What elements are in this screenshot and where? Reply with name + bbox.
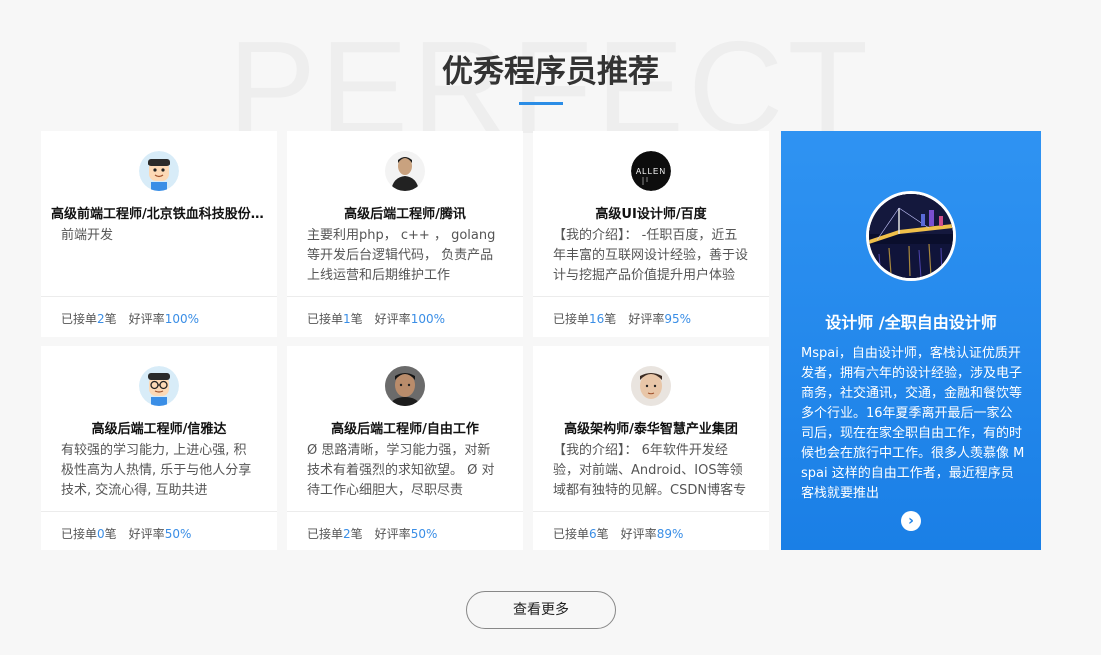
cartoon-boy-avatar-icon bbox=[139, 151, 179, 191]
orders-suffix: 笔 bbox=[104, 527, 117, 541]
orders-suffix: 笔 bbox=[104, 312, 117, 326]
card-divider bbox=[533, 511, 769, 512]
orders-count: 16 bbox=[589, 312, 605, 326]
man-photo-avatar-icon bbox=[385, 151, 425, 191]
card-stats: 已接单6笔 好评率89% bbox=[553, 525, 683, 542]
rating-prefix: 好评率 bbox=[374, 527, 411, 541]
card-stats: 已接单16笔 好评率95% bbox=[553, 310, 691, 327]
orders-prefix: 已接单 bbox=[61, 527, 98, 541]
card-title[interactable]: 高级前端工程师/北京铁血科技股份公司 bbox=[51, 203, 267, 222]
featured-title[interactable]: 设计师 /全职自由设计师 bbox=[781, 309, 1041, 333]
rating-value: 89% bbox=[656, 527, 684, 541]
orders-count: 1 bbox=[343, 312, 351, 326]
svg-text:ALLEN: ALLEN bbox=[636, 167, 666, 176]
card-description: 【我的介绍】： -任职百度，近五年丰富的互联网设计经验，善于设计与挖掘产品价值提… bbox=[553, 228, 749, 283]
rating-value: 50% bbox=[410, 527, 438, 541]
card-description: 【我的介绍】： 6年软件开发经验，对前端、Android、IOS等领域都有独特的… bbox=[553, 443, 747, 498]
card-stats: 已接单2笔 好评率100% bbox=[61, 310, 199, 327]
card-stats: 已接单0笔 好评率50% bbox=[61, 525, 191, 542]
featured-description: Mspai，自由设计师，客栈认证优质开发者，拥有六年的设计经验，涉及电子商务，社… bbox=[801, 346, 1025, 501]
rating-value: 50% bbox=[164, 527, 192, 541]
card-divider bbox=[287, 511, 523, 512]
orders-suffix: 笔 bbox=[350, 312, 363, 326]
arrow-right-icon[interactable]: › bbox=[901, 511, 921, 531]
programmer-card[interactable]: 高级后端工程师/腾讯 主要利用php， c++ ， golang 等开发后台逻辑… bbox=[287, 131, 523, 337]
orders-count: 2 bbox=[343, 527, 351, 541]
rating-value: 100% bbox=[164, 312, 199, 326]
card-description: 主要利用php， c++ ， golang 等开发后台逻辑代码， 负责产品上线运… bbox=[307, 228, 496, 283]
card-title[interactable]: 高级后端工程师/腾讯 bbox=[297, 203, 513, 222]
orders-suffix: 笔 bbox=[350, 527, 363, 541]
featured-programmer-card[interactable]: 设计师 /全职自由设计师 Mspai，自由设计师，客栈认证优质开发者，拥有六年的… bbox=[781, 131, 1041, 550]
programmer-card[interactable]: 高级架构师/泰华智慧产业集团 【我的介绍】： 6年软件开发经验，对前端、Andr… bbox=[533, 346, 769, 550]
allen-logo-avatar-icon: ALLEN bbox=[631, 151, 671, 191]
orders-prefix: 已接单 bbox=[307, 312, 344, 326]
card-description: Ø 思路清晰，学习能力强，对新技术有着强烈的求知欲望。 Ø 对待工作心细胆大，尽… bbox=[307, 443, 495, 498]
rating-value: 95% bbox=[664, 312, 691, 326]
night-bridge-avatar-icon bbox=[866, 191, 956, 281]
card-title[interactable]: 高级后端工程师/自由工作 bbox=[297, 418, 513, 437]
card-divider bbox=[287, 296, 523, 297]
orders-prefix: 已接单 bbox=[307, 527, 344, 541]
card-divider bbox=[533, 296, 769, 297]
programmer-card[interactable]: ALLEN 高级UI设计师/百度 【我的介绍】： -任职百度，近五年丰富的互联网… bbox=[533, 131, 769, 337]
rating-prefix: 好评率 bbox=[128, 527, 165, 541]
card-title[interactable]: 高级UI设计师/百度 bbox=[543, 203, 759, 222]
card-title[interactable]: 高级架构师/泰华智慧产业集团 bbox=[543, 418, 759, 437]
card-description: 前端开发 bbox=[61, 228, 114, 243]
orders-count: 0 bbox=[97, 527, 105, 541]
card-description: 有较强的学习能力, 上进心强, 积极性高为人热情, 乐于与他人分享技术, 交流心… bbox=[61, 443, 252, 498]
rating-prefix: 好评率 bbox=[128, 312, 165, 326]
card-stats: 已接单2笔 好评率50% bbox=[307, 525, 437, 542]
card-stats: 已接单1笔 好评率100% bbox=[307, 310, 445, 327]
orders-suffix: 笔 bbox=[596, 527, 609, 541]
view-more-button[interactable]: 查看更多 bbox=[466, 591, 616, 629]
card-divider bbox=[41, 511, 277, 512]
orders-count: 2 bbox=[97, 312, 105, 326]
rating-value: 100% bbox=[410, 312, 445, 326]
young-man-avatar-icon bbox=[631, 366, 671, 406]
title-underline bbox=[519, 102, 563, 105]
rating-prefix: 好评率 bbox=[620, 527, 657, 541]
programmer-card[interactable]: 高级前端工程师/北京铁血科技股份公司 前端开发 已接单2笔 好评率100% bbox=[41, 131, 277, 337]
man-portrait-avatar-icon bbox=[385, 366, 425, 406]
section-title: 优秀程序员推荐 bbox=[442, 54, 659, 90]
rating-prefix: 好评率 bbox=[628, 312, 665, 326]
card-divider bbox=[41, 296, 277, 297]
orders-prefix: 已接单 bbox=[61, 312, 98, 326]
programmer-card[interactable]: 高级后端工程师/自由工作 Ø 思路清晰，学习能力强，对新技术有着强烈的求知欲望。… bbox=[287, 346, 523, 550]
orders-prefix: 已接单 bbox=[553, 312, 590, 326]
orders-count: 6 bbox=[589, 527, 597, 541]
cartoon-glasses-avatar-icon bbox=[139, 366, 179, 406]
programmer-card[interactable]: 高级后端工程师/信雅达 有较强的学习能力, 上进心强, 积极性高为人热情, 乐于… bbox=[41, 346, 277, 550]
rating-prefix: 好评率 bbox=[374, 312, 411, 326]
card-title[interactable]: 高级后端工程师/信雅达 bbox=[51, 418, 267, 437]
orders-suffix: 笔 bbox=[604, 312, 617, 326]
orders-prefix: 已接单 bbox=[553, 527, 590, 541]
